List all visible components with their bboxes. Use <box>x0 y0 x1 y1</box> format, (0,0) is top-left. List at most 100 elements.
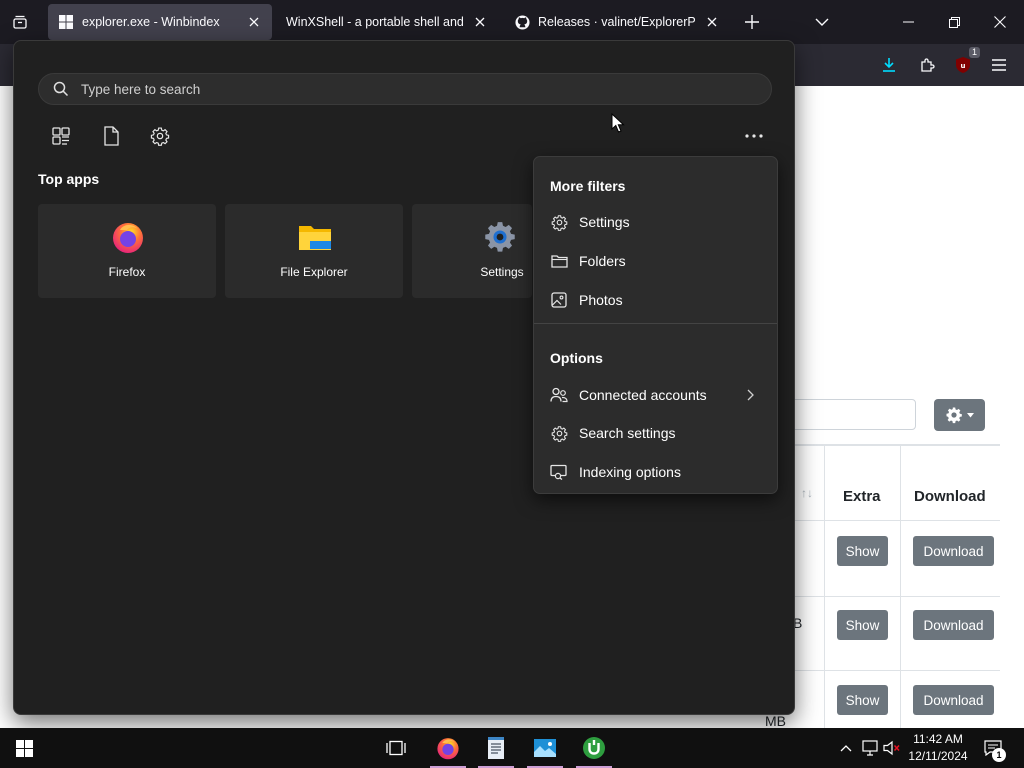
app-tile-file-explorer[interactable]: File Explorer <box>225 204 403 298</box>
tab-winbindex[interactable]: explorer.exe - Winbindex <box>48 4 272 40</box>
file-explorer-icon <box>298 220 332 254</box>
menu-separator <box>534 323 777 324</box>
ublock-icon[interactable]: u 1 <box>951 47 980 77</box>
github-icon <box>514 14 530 30</box>
tab-manager-icon[interactable] <box>8 10 32 34</box>
more-options-icon[interactable] <box>742 125 766 147</box>
taskbar-firefox[interactable] <box>424 728 472 768</box>
download-button[interactable]: Download <box>913 685 994 715</box>
minimize-icon[interactable] <box>885 0 931 44</box>
firefox-icon <box>437 738 459 760</box>
svg-text:u: u <box>961 62 966 70</box>
volume-muted-icon[interactable] <box>882 738 902 758</box>
close-tab-icon[interactable] <box>704 14 720 30</box>
column-header-extra: Extra <box>843 488 881 505</box>
show-button[interactable]: Show <box>837 536 888 566</box>
table-top-border <box>760 444 1000 446</box>
ublock-count-badge: 1 <box>968 47 980 58</box>
app-tile-settings[interactable]: Settings <box>412 204 532 298</box>
photo-icon <box>550 291 568 309</box>
search-input[interactable] <box>81 74 761 104</box>
app-menu-icon[interactable] <box>987 53 1011 77</box>
gear-icon <box>550 424 568 442</box>
restore-icon[interactable] <box>931 0 977 44</box>
close-tab-icon[interactable] <box>472 14 488 30</box>
taskbar-notepad[interactable] <box>472 728 520 768</box>
table-divider <box>900 446 901 728</box>
menu-item-photos[interactable]: Photos <box>538 282 773 318</box>
app-label: Firefox <box>108 265 146 279</box>
utorrent-icon <box>583 737 605 759</box>
table-divider <box>760 670 1000 671</box>
chevron-up-icon[interactable] <box>836 738 856 758</box>
menu-item-connected-accounts[interactable]: Connected accounts <box>538 377 773 413</box>
browser-tab-strip: explorer.exe - Winbindex WinXShell - a p… <box>0 0 1024 44</box>
caret-down-icon <box>967 412 974 417</box>
photos-icon <box>534 739 556 757</box>
windows-logo-icon <box>58 14 74 30</box>
chevron-right-icon <box>743 387 757 403</box>
menu-item-label: Photos <box>579 292 623 308</box>
network-icon[interactable] <box>860 738 880 758</box>
indexing-icon <box>550 463 568 481</box>
file-size: MB <box>765 713 786 729</box>
options-heading: Options <box>550 350 603 366</box>
settings-gear-icon <box>483 220 517 254</box>
apps-filter-icon[interactable] <box>50 125 72 147</box>
app-tile-firefox[interactable]: Firefox <box>38 204 216 298</box>
download-button[interactable]: Download <box>913 536 994 566</box>
table-divider <box>760 520 1000 521</box>
menu-item-label: Settings <box>579 214 630 230</box>
close-tab-icon[interactable] <box>246 14 262 30</box>
more-filters-heading: More filters <box>550 178 626 194</box>
menu-item-settings[interactable]: Settings <box>538 204 773 240</box>
column-header-download: Download <box>914 488 986 505</box>
folder-icon <box>550 252 568 270</box>
top-apps-heading: Top apps <box>38 171 100 187</box>
page-settings-button[interactable] <box>934 399 985 431</box>
menu-item-indexing-options[interactable]: Indexing options <box>538 454 773 490</box>
start-button[interactable] <box>0 728 48 768</box>
windows-logo-icon <box>15 739 33 757</box>
show-button[interactable]: Show <box>837 610 888 640</box>
gear-icon <box>550 213 568 231</box>
list-all-tabs-icon[interactable] <box>810 10 834 34</box>
clock-date: 12/11/2024 <box>908 749 968 763</box>
table-divider <box>824 446 825 728</box>
menu-item-search-settings[interactable]: Search settings <box>538 415 773 451</box>
people-icon <box>550 386 568 404</box>
search-box[interactable] <box>38 73 772 105</box>
downloads-icon[interactable] <box>877 53 901 77</box>
taskbar-photos[interactable] <box>521 728 569 768</box>
system-clock[interactable]: 11:42 AM 12/11/2024 <box>905 731 971 765</box>
download-button[interactable]: Download <box>913 610 994 640</box>
show-button[interactable]: Show <box>837 685 888 715</box>
menu-item-folders[interactable]: Folders <box>538 243 773 279</box>
extensions-icon[interactable] <box>915 53 939 77</box>
sort-icon[interactable]: ↑↓ <box>801 486 813 500</box>
clock-time: 11:42 AM <box>913 732 963 746</box>
menu-item-label: Indexing options <box>579 464 681 480</box>
mouse-cursor-icon <box>611 112 625 134</box>
tab-winxshell[interactable]: WinXShell - a portable shell and zero <box>276 4 498 40</box>
taskbar-utorrent[interactable] <box>570 728 618 768</box>
tab-title: WinXShell - a portable shell and zero <box>286 15 464 29</box>
search-icon <box>53 81 69 97</box>
task-view-icon[interactable] <box>372 728 420 768</box>
tab-title: explorer.exe - Winbindex <box>82 15 220 29</box>
settings-filter-icon[interactable] <box>149 125 171 147</box>
notification-count-badge: 1 <box>992 748 1006 762</box>
firefox-icon <box>111 220 145 254</box>
menu-item-label: Connected accounts <box>579 387 707 403</box>
action-center-icon[interactable]: 1 <box>980 736 1006 762</box>
menu-item-label: Search settings <box>579 425 676 441</box>
tab-explorerpatcher[interactable]: Releases · valinet/ExplorerPatcher <box>504 4 730 40</box>
close-window-icon[interactable] <box>977 0 1023 44</box>
new-tab-icon[interactable] <box>740 10 764 34</box>
notepad-icon <box>488 737 504 759</box>
more-filters-menu: More filters Settings Folders Photos Opt… <box>533 156 778 494</box>
documents-filter-icon[interactable] <box>100 125 122 147</box>
app-label: File Explorer <box>280 265 348 279</box>
gear-icon <box>946 407 962 424</box>
table-divider <box>760 596 1000 597</box>
